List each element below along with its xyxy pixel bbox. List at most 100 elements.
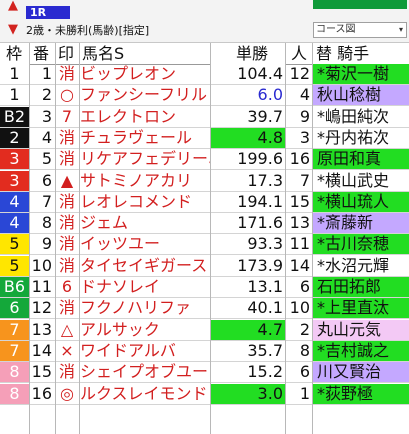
waku-number: 7 [0, 340, 29, 361]
horse-name[interactable]: シェイプオブユー [80, 362, 210, 382]
horse-number: 7 [41, 191, 52, 211]
table-row[interactable]: 1 2 ○ ファンシーフリル 6.0 4 秋山稔樹 [0, 85, 409, 107]
waku-number: 5 [0, 234, 29, 255]
horse-name[interactable]: エレクトロン [80, 107, 210, 127]
horse-name[interactable]: タイセイギガース [80, 256, 210, 276]
waku-number: B2 [0, 106, 29, 127]
column-divider [55, 43, 56, 434]
horse-name[interactable]: ルクスレイモンド [80, 384, 210, 404]
horse-number: 4 [41, 127, 52, 147]
col-waku[interactable]: 枠 [6, 43, 22, 64]
jockey-name: *斎藤新 [313, 213, 409, 234]
horse-number: 9 [41, 234, 52, 254]
table-row[interactable]: 6 12 消フクノハリファ 40.1 10 *上里直汰 [0, 298, 409, 320]
table-row[interactable]: 2 4 消チュラヴェール 4.8 3 *丹内祐次 [0, 127, 409, 149]
table-row[interactable]: 4 8 消ジェム 171.6 13 *斎藤新 [0, 213, 409, 235]
horse-name[interactable]: ジェム [80, 213, 210, 233]
column-divider [210, 43, 211, 434]
popularity-rank: 4 [299, 85, 310, 105]
win-odds: 40.1 [211, 298, 285, 319]
prediction-mark: 6 [61, 277, 73, 296]
popularity-rank: 14 [289, 255, 310, 275]
race-conditions: 2歳・未勝利(馬齢)[指定] [26, 24, 150, 37]
horse-name[interactable]: ドナソレイ [80, 277, 210, 297]
waku-number: 2 [0, 127, 29, 148]
horse-name[interactable]: イッツユー [80, 234, 210, 254]
win-odds: 13.1 [211, 277, 285, 297]
horse-name[interactable]: リケアフェデリーニ [80, 149, 210, 169]
col-jockey[interactable]: 替 騎手 [316, 43, 369, 64]
table-row[interactable]: 8 15 消シェイプオブユー 15.2 6 川又賢治 [0, 362, 409, 384]
waku-number: 1 [0, 85, 29, 106]
jockey-name: *上里直汰 [313, 298, 409, 319]
win-odds: 104.4 [211, 64, 285, 84]
win-odds: 3.0 [211, 383, 285, 404]
popularity-rank: 9 [299, 106, 310, 126]
race-header: ▲ 1R ▼ 2歳・未勝利(馬齢)[指定] コース図 ▾ [0, 0, 409, 43]
popularity-rank: 6 [299, 362, 310, 382]
table-row[interactable]: 4 7 消レオレコメンド 194.1 15 *横山琉人 [0, 191, 409, 213]
waku-number: B6 [0, 277, 29, 297]
horse-number: 2 [41, 85, 52, 105]
win-odds: 194.1 [211, 191, 285, 212]
column-divider [29, 43, 30, 434]
horse-name[interactable]: チュラヴェール [80, 128, 210, 148]
course-map-label: コース図 [316, 24, 356, 35]
win-odds: 17.3 [211, 170, 285, 191]
horse-name[interactable]: ファンシーフリル [80, 85, 210, 105]
jockey-name: *荻野極 [313, 383, 409, 404]
col-pop[interactable]: 人 [291, 43, 307, 64]
table-row[interactable]: 5 10 消タイセイギガース 173.9 14 *水沼元輝 [0, 255, 409, 277]
popularity-rank: 12 [289, 64, 310, 83]
table-row[interactable]: 7 13 △ アルサック 4.7 2 丸山元気 [0, 319, 409, 341]
waku-number: 8 [0, 362, 29, 383]
status-strip [313, 0, 407, 9]
jockey-name: *菊沢一樹 [313, 64, 409, 84]
horse-number: 3 [41, 106, 52, 126]
jockey-name: 秋山稔樹 [313, 85, 409, 106]
win-odds: 199.6 [211, 149, 285, 170]
waku-number: 6 [0, 298, 29, 319]
table-row[interactable]: B2 3 7 エレクトロン 39.7 9 *嶋田純次 [0, 106, 409, 128]
next-race-icon[interactable]: ▼ [7, 23, 19, 36]
table-row[interactable]: 8 16 ◎ ルクスレイモンド 3.0 1 *荻野極 [0, 383, 409, 405]
column-divider [79, 43, 80, 434]
col-name[interactable]: 馬名S [82, 43, 124, 64]
horse-number: 16 [31, 383, 52, 403]
prediction-mark: 消 [58, 127, 75, 147]
waku-number: 3 [0, 149, 29, 170]
jockey-name: *水沼元輝 [313, 255, 409, 276]
table-row[interactable]: 1 1 消ビップレオン 104.4 12 *菊沢一樹 [0, 64, 409, 85]
horse-name[interactable]: サトミノアカリ [80, 171, 210, 191]
prediction-mark: ▲ [60, 170, 74, 190]
table-row[interactable]: 3 5 消リケアフェデリーニ 199.6 16 原田和真 [0, 149, 409, 171]
win-odds: 6.0 [211, 85, 285, 106]
horse-number: 10 [31, 255, 52, 275]
table-row[interactable]: 3 6 ▲ サトミノアカリ 17.3 7 *横山武史 [0, 170, 409, 192]
horse-name[interactable]: アルサック [80, 320, 210, 340]
waku-number: 5 [0, 255, 29, 276]
prediction-mark: 消 [58, 191, 75, 211]
popularity-rank: 13 [289, 213, 310, 233]
prev-race-icon[interactable]: ▲ [7, 0, 19, 12]
horse-name[interactable]: ワイドアルバ [80, 341, 210, 361]
popularity-rank: 3 [299, 127, 310, 147]
course-map-dropdown[interactable]: コース図 ▾ [313, 22, 407, 38]
horse-number: 12 [31, 298, 52, 318]
table-row[interactable]: 5 9 消イッツユー 93.3 11 *古川奈穂 [0, 234, 409, 256]
horse-name[interactable]: レオレコメンド [80, 192, 210, 212]
col-uma[interactable]: 番 [33, 43, 49, 64]
horse-name[interactable]: フクノハリファ [80, 298, 210, 318]
horse-number: 5 [41, 149, 52, 169]
jockey-name: *横山琉人 [313, 191, 409, 212]
table-row[interactable]: B6 11 6 ドナソレイ 13.1 6 石田拓郎 [0, 277, 409, 298]
col-odds[interactable]: 単勝 [236, 43, 268, 64]
prediction-mark: 消 [58, 213, 75, 233]
table-row[interactable]: 7 14 × ワイドアルバ 35.7 8 *吉村誠之 [0, 340, 409, 362]
horse-name[interactable]: ビップレオン [80, 64, 210, 84]
jockey-name: *嶋田純次 [313, 106, 409, 127]
col-mark[interactable]: 印 [58, 43, 74, 64]
popularity-rank: 8 [299, 340, 310, 360]
column-divider [285, 43, 286, 434]
prediction-mark: 消 [58, 255, 75, 275]
